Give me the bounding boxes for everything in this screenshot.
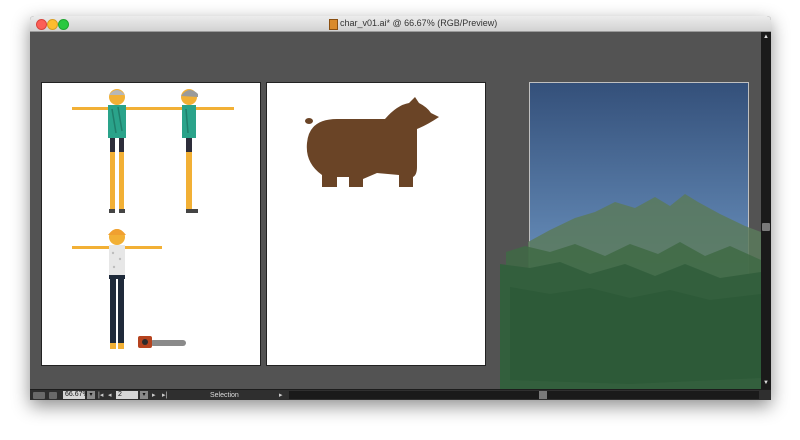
horizontal-scroll-thumb[interactable] [539,391,547,399]
vertical-scroll-thumb[interactable] [762,223,770,231]
scroll-down-arrow-icon[interactable]: ▼ [763,380,769,386]
zoom-window-button[interactable] [58,19,69,30]
status-menu-arrow-icon[interactable]: ▸ [279,391,283,400]
status-tool-label[interactable]: Selection [210,391,239,400]
share-icon[interactable] [49,392,57,399]
next-artboard-icon[interactable]: ▸ [152,391,156,400]
artboard-dropdown-icon[interactable]: ▾ [140,391,148,399]
first-artboard-icon[interactable]: |◂ [98,391,103,400]
title-bar[interactable]: char_v01.ai* @ 66.67% (RGB/Preview) [30,16,771,32]
status-bar: 66.67% ▾ |◂ ◂ 2 ▾ ▸ ▸| Selection ▸ [30,389,771,400]
last-artboard-icon[interactable]: ▸| [162,391,167,400]
scroll-up-arrow-icon[interactable]: ▲ [763,34,769,40]
close-window-button[interactable] [36,19,47,30]
mountain-layers[interactable] [30,32,761,389]
window-title: char_v01.ai* @ 66.67% (RGB/Preview) [340,18,498,28]
illustrator-document-window: char_v01.ai* @ 66.67% (RGB/Preview) ▲ ▼ … [30,16,771,400]
artboard-number-field[interactable]: 2 [116,391,138,399]
previous-artboard-icon[interactable]: ◂ [108,391,112,400]
vertical-scrollbar[interactable]: ▲ ▼ [761,32,771,389]
gpu-preview-icon[interactable] [33,392,45,399]
zoom-level-field[interactable]: 66.67% [63,391,89,399]
horizontal-scrollbar[interactable] [289,391,759,399]
zoom-dropdown-icon[interactable]: ▾ [87,391,95,399]
minimize-window-button[interactable] [47,19,58,30]
canvas-pasteboard[interactable] [30,32,761,389]
document-icon [329,19,338,30]
